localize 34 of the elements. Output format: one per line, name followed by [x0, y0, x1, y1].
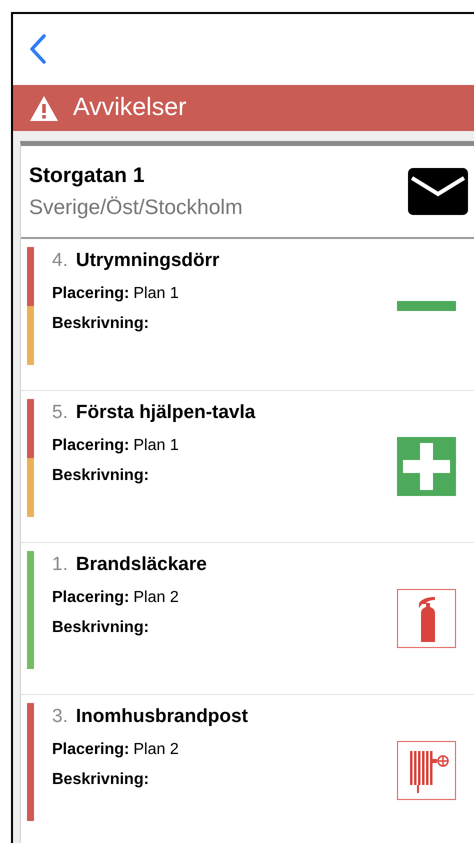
envelope-icon: [408, 168, 468, 215]
placement-value: Plan 1: [133, 436, 179, 456]
deviation-row[interactable]: 3. Inomhusbrandpost Placering: Plan 2 Beskrivning:: [21, 695, 474, 843]
first-aid-cross-icon: [397, 437, 456, 496]
fire-extinguisher-icon: [397, 589, 456, 648]
deviation-row[interactable]: 1. Brandsläckare Placering: Plan 2 Beskrivning:: [21, 543, 474, 695]
item-title: Inomhusbrandpost: [76, 705, 248, 729]
placement-label: Placering:: [52, 436, 130, 456]
placement-label: Placering:: [52, 284, 130, 304]
location-name: Storgatan 1: [29, 163, 146, 189]
warning-icon: [29, 94, 59, 122]
item-title: Utrymningsdörr: [76, 249, 220, 273]
placement-label: Placering:: [52, 588, 130, 608]
placement-value: Plan 2: [133, 740, 179, 760]
deviation-row[interactable]: 4. Utrymningsdörr Placering: Plan 1 Beskrivning:: [21, 239, 474, 391]
section-title: Avvikelser: [73, 92, 186, 124]
deviation-row[interactable]: 5. Första hjälpen-tavla Placering: Plan 1 Beskrivning:: [21, 391, 474, 543]
location-path: Sverige/Öst/Stockholm: [29, 194, 244, 220]
hose-reel-icon: [397, 741, 456, 800]
back-chevron-icon: [29, 33, 47, 66]
dash-icon: [397, 301, 456, 311]
item-title: Första hjälpen-tavla: [76, 401, 256, 425]
item-number: 4.: [52, 249, 68, 273]
description-label: Beskrivning:: [52, 466, 150, 486]
item-number: 5.: [52, 401, 68, 425]
placement-label: Placering:: [52, 740, 130, 760]
description-label: Beskrivning:: [52, 618, 150, 638]
description-label: Beskrivning:: [52, 770, 150, 790]
placement-value: Plan 1: [133, 284, 179, 304]
description-label: Beskrivning:: [52, 314, 150, 334]
item-title: Brandsläckare: [76, 553, 207, 577]
item-number: 1.: [52, 553, 68, 577]
placement-value: Plan 2: [133, 588, 179, 608]
item-number: 3.: [52, 705, 68, 729]
